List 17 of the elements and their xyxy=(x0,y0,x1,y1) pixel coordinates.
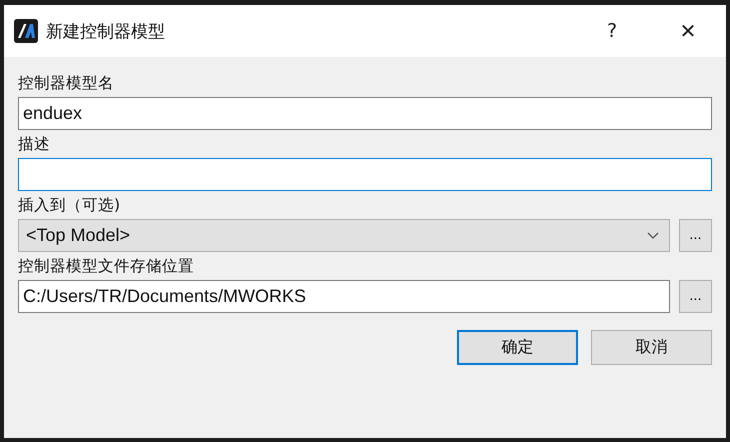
input-field[interactable]: C:/Users/TR/Documents/MWORKS xyxy=(18,280,670,313)
app-logo-icon xyxy=(14,19,38,43)
field-label: 插入到（可选) xyxy=(18,195,122,216)
input-field[interactable]: enduex xyxy=(18,97,712,130)
chevron-down-icon xyxy=(647,232,659,240)
field-label: 控制器模型名 xyxy=(18,73,115,94)
field-label: 控制器模型文件存储位置 xyxy=(18,256,195,277)
browse-button[interactable]: ... xyxy=(679,219,712,252)
browse-button[interactable]: ... xyxy=(679,280,712,313)
close-button[interactable]: ✕ xyxy=(650,11,726,51)
dialog-button[interactable]: 取消 xyxy=(591,330,712,365)
field-label: 描述 xyxy=(18,134,51,155)
dialog-button[interactable]: 确定 xyxy=(457,330,578,365)
input-field[interactable] xyxy=(18,158,712,191)
help-button[interactable]: ? xyxy=(574,11,650,51)
window-title: 新建控制器模型 xyxy=(46,20,165,42)
model-dropdown[interactable]: <Top Model> xyxy=(18,219,670,252)
